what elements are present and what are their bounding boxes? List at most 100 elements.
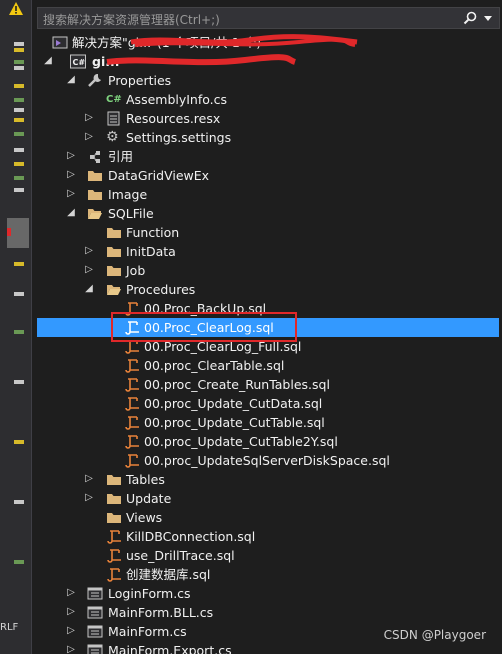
solution-icon (52, 36, 68, 49)
expand-icon[interactable]: ▷ (65, 587, 77, 599)
resx-icon (107, 111, 120, 126)
gutter-marker (14, 500, 24, 504)
tree-row-folder[interactable]: ▷ Tables (37, 470, 502, 489)
gutter-marker (14, 84, 24, 88)
tree-row-sql-file[interactable]: 00.proc_UpdateSqlServerDiskSpace.sql (37, 451, 502, 470)
tree-row-solution[interactable]: 解决方案"gi..."(1 个项目/共 1 个) (37, 33, 502, 52)
tree-row-sql-file[interactable]: use_DrillTrace.sql (37, 546, 502, 565)
tree-row-sql-file[interactable]: 00.proc_Update_CutTable2Y.sql (37, 432, 502, 451)
item-label: 00.proc_ClearTable.sql (144, 358, 285, 373)
expand-icon[interactable]: ▷ (65, 188, 77, 200)
item-label: Image (108, 187, 148, 202)
collapse-icon[interactable]: ◢ (65, 207, 77, 219)
chevron-down-icon[interactable] (483, 11, 493, 25)
item-label: 00.proc_Update_CutData.sql (144, 396, 323, 411)
editor-gutter: RLF (0, 0, 32, 654)
sql-file-icon (125, 416, 139, 430)
item-label: Tables (126, 472, 165, 487)
tree-row-folder[interactable]: ▷ InitData (37, 242, 502, 261)
item-label: Views (126, 510, 163, 525)
tree-row-sql-file[interactable]: 00.proc_Create_RunTables.sql (37, 375, 502, 394)
item-label: SQLFile (108, 206, 154, 221)
tree-row-folder[interactable]: ▷ Image (37, 185, 502, 204)
sql-file-icon (107, 549, 121, 563)
item-label: LoginForm.cs (108, 586, 191, 601)
gutter-marker (14, 292, 24, 296)
tree-row-folder[interactable]: ▷ DataGridViewEx (37, 166, 502, 185)
tree-row-properties[interactable]: ◢ Properties (37, 71, 502, 90)
expand-icon[interactable]: ▷ (65, 169, 77, 181)
tree-row-folder[interactable]: Views (37, 508, 502, 527)
tree-row-resources[interactable]: ▷ Resources.resx (37, 109, 502, 128)
gutter-marker (14, 108, 24, 112)
gutter-marker (14, 330, 24, 334)
item-label: 创建数据库.sql (126, 567, 211, 582)
warning-icon[interactable] (9, 2, 23, 15)
folder-icon (88, 190, 102, 200)
tree-row-settings[interactable]: ▷ ⚙ Settings.settings (37, 128, 502, 147)
tree-row-folder[interactable]: ◢ SQLFile (37, 204, 502, 223)
expand-icon[interactable]: ▷ (83, 112, 95, 124)
watermark: CSDN @Playgoer (383, 628, 486, 642)
form-icon (87, 625, 103, 638)
expand-icon[interactable]: ▷ (83, 492, 95, 504)
item-label: MainForm.cs (108, 624, 187, 639)
svg-text:C#: C# (73, 58, 86, 67)
expand-icon[interactable]: ▷ (65, 644, 77, 654)
gutter-marker (14, 98, 24, 102)
collapse-icon[interactable]: ◢ (42, 55, 54, 67)
sql-file-icon (107, 530, 121, 544)
tree-row-sql-file[interactable]: 00.proc_Update_CutTable.sql (37, 413, 502, 432)
folder-icon (107, 266, 121, 276)
sql-file-icon (107, 568, 121, 582)
tree-row-assemblyinfo[interactable]: C# AssemblyInfo.cs (37, 90, 502, 109)
tree-row-form-file[interactable]: ▷ MainForm.Export.cs (37, 641, 502, 654)
item-label: KillDBConnection.sql (126, 529, 256, 544)
search-input[interactable]: 搜索解决方案资源管理器(Ctrl+;) (37, 7, 500, 29)
folder-icon (88, 171, 102, 181)
expand-icon[interactable]: ▷ (83, 473, 95, 485)
expand-icon[interactable]: ▷ (65, 606, 77, 618)
folder-icon (107, 513, 121, 523)
tree-row-form-file[interactable]: ▷ LoginForm.cs (37, 584, 502, 603)
tree-row-folder[interactable]: ▷ Update (37, 489, 502, 508)
gutter-marker (14, 262, 24, 266)
tree-row-folder[interactable]: ▷ Job (37, 261, 502, 280)
expand-icon[interactable]: ▷ (65, 625, 77, 637)
collapse-icon[interactable]: ◢ (83, 283, 95, 295)
tree-row-sql-file[interactable]: KillDBConnection.sql (37, 527, 502, 546)
tree-row-project[interactable]: ◢ C# gi... (37, 52, 502, 71)
gutter-marker (14, 188, 24, 192)
tree-row-references[interactable]: ▷ 引用 (37, 147, 502, 166)
expand-icon[interactable]: ▷ (83, 245, 95, 257)
tree-row-folder[interactable]: Function (37, 223, 502, 242)
item-label: 00.proc_UpdateSqlServerDiskSpace.sql (144, 453, 390, 468)
expand-icon[interactable]: ▷ (83, 264, 95, 276)
sql-file-icon (125, 397, 139, 411)
item-label: InitData (126, 244, 176, 259)
expand-icon[interactable]: ▷ (65, 150, 77, 162)
expand-icon[interactable]: ▷ (83, 131, 95, 143)
project-label: gi... (92, 54, 120, 69)
annotation-highlight-box (111, 312, 297, 342)
item-label: Update (126, 491, 172, 506)
folder-icon (107, 247, 121, 257)
tree-row-form-file[interactable]: ▷ MainForm.BLL.cs (37, 603, 502, 622)
search-icon[interactable] (463, 11, 477, 25)
collapse-icon[interactable]: ◢ (65, 74, 77, 86)
item-label: Job (126, 263, 146, 278)
folder-open-icon (107, 285, 121, 295)
gutter-marker (14, 42, 24, 46)
item-label: 00.proc_Create_RunTables.sql (144, 377, 330, 392)
solution-label: 解决方案"gi..."(1 个项目/共 1 个) (72, 35, 262, 50)
gutter-marker (14, 48, 24, 52)
tree-row-folder[interactable]: ◢ Procedures (37, 280, 502, 299)
tree-row-sql-file[interactable]: 00.proc_Update_CutData.sql (37, 394, 502, 413)
redaction-scribble (106, 54, 297, 66)
wrench-icon (88, 73, 101, 87)
references-icon (90, 151, 100, 163)
gutter-marker (14, 440, 24, 444)
tree-row-sql-file[interactable]: 创建数据库.sql (37, 565, 502, 584)
tree-row-sql-file[interactable]: 00.proc_ClearTable.sql (37, 356, 502, 375)
gutter-marker (14, 132, 24, 136)
